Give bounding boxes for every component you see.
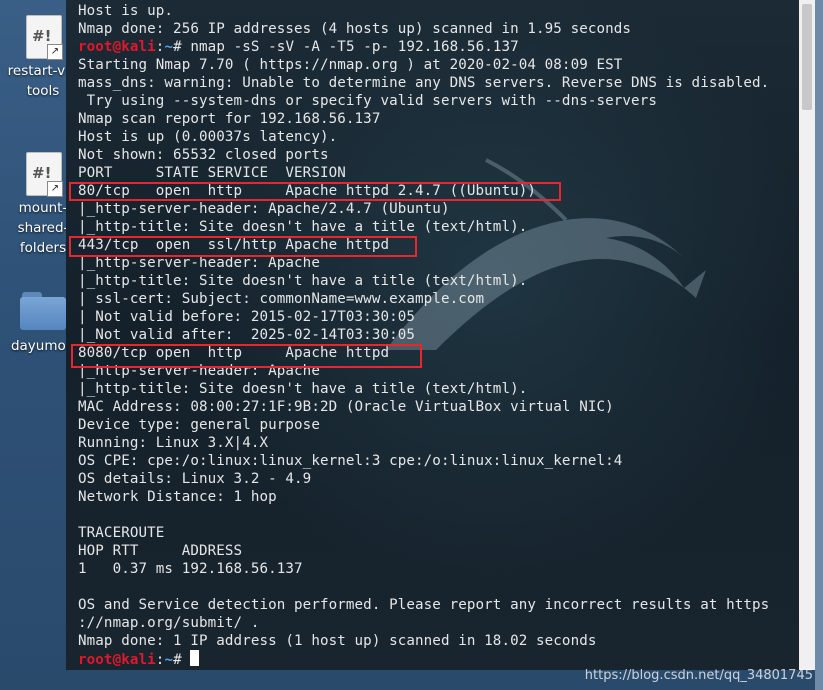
terminal-output-line: | Not valid before: 2015-02-17T03:30:05 <box>78 309 416 325</box>
terminal-output-line: 1 0.37 ms 192.168.56.137 <box>78 561 303 577</box>
terminal-output: Host is up. Nmap done: 256 IP addresses (… <box>78 2 799 668</box>
folder-icon <box>20 290 66 330</box>
command-text: nmap -sS -sV -A -T5 -p- 192.168.56.137 <box>190 39 519 55</box>
terminal-output-line: TRACEROUTE <box>78 525 165 541</box>
scrollbar-thumb[interactable] <box>802 4 812 110</box>
terminal-output-line: Nmap scan report for 192.168.56.137 <box>78 111 381 127</box>
terminal-output-line: | ssl-cert: Subject: commonName=www.exam… <box>78 291 485 307</box>
terminal-output-line: PORT STATE SERVICE VERSION <box>78 165 346 181</box>
desktop-edge <box>815 0 823 690</box>
terminal-scrollbar[interactable] <box>799 0 815 670</box>
script-file-icon: #! ↗ <box>26 152 63 197</box>
terminal-output-line: ://nmap.org/submit/ . <box>78 615 260 631</box>
terminal-output-line: |_http-title: Site doesn't have a title … <box>78 273 528 289</box>
terminal-output-line: Try using --system-dns or specify valid … <box>78 93 657 109</box>
terminal-output-line: OS CPE: cpe:/o:linux:linux_kernel:3 cpe:… <box>78 453 623 469</box>
highlight-box-port-443 <box>69 236 417 257</box>
terminal-output-line: MAC Address: 08:00:27:1F:9B:2D (Oracle V… <box>78 399 614 415</box>
terminal-output-line: |_http-title: Site doesn't have a title … <box>78 381 528 397</box>
terminal-output-line: Device type: general purpose <box>78 417 320 433</box>
prompt-path: ~ <box>164 652 174 668</box>
terminal-output-line: |_http-title: Site doesn't have a title … <box>78 219 528 235</box>
terminal-prompt-line[interactable]: root@kali:~# <box>78 650 799 668</box>
watermark-text: https://blog.csdn.net/qq_34801745 <box>584 668 813 683</box>
terminal-output-line: Network Distance: 1 hop <box>78 489 277 505</box>
terminal-output-line: OS details: Linux 3.2 - 4.9 <box>78 471 312 487</box>
terminal-output-line: Running: Linux 3.X|4.X <box>78 435 269 451</box>
terminal-output-line: |_http-server-header: Apache/2.4.7 (Ubun… <box>78 201 450 217</box>
terminal-window[interactable]: Host is up. Nmap done: 256 IP addresses (… <box>66 0 799 670</box>
terminal-command-line: root@kali:~# nmap -sS -sV -A -T5 -p- 192… <box>78 39 519 55</box>
terminal-output-line: HOP RTT ADDRESS <box>78 543 243 559</box>
terminal-output-line: Not shown: 65532 closed ports <box>78 147 329 163</box>
text-cursor <box>190 650 200 666</box>
prompt-user: root@kali <box>78 652 156 668</box>
terminal-output-line: Host is up. <box>78 3 174 19</box>
script-file-icon: #! ↗ <box>26 15 63 60</box>
terminal-output-line: Starting Nmap 7.70 ( https://nmap.org ) … <box>78 57 623 73</box>
terminal-output-line: Nmap done: 256 IP addresses (4 hosts up)… <box>78 21 632 37</box>
prompt-user: root@kali <box>78 39 156 55</box>
highlight-box-port-80 <box>69 182 561 201</box>
terminal-output-line: mass_dns: warning: Unable to determine a… <box>78 75 770 91</box>
highlight-box-port-8080 <box>71 344 422 368</box>
terminal-output-line: Host is up (0.00037s latency). <box>78 129 338 145</box>
terminal-output-line: |_Not valid after: 2025-02-14T03:30:05 <box>78 327 416 343</box>
terminal-output-line: Nmap done: 1 IP address (1 host up) scan… <box>78 633 597 649</box>
terminal-output-line: OS and Service detection performed. Plea… <box>78 597 770 613</box>
prompt-path: ~ <box>164 39 174 55</box>
